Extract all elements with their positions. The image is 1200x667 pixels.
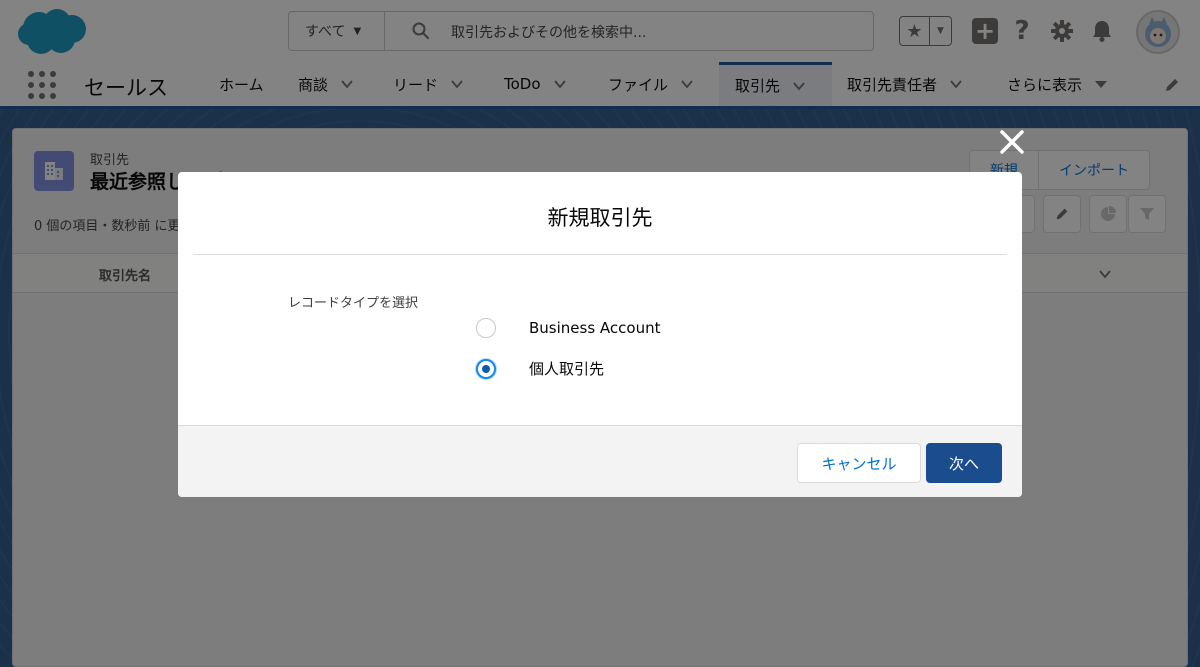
radio-button-checked[interactable] xyxy=(476,358,496,379)
modal-divider xyxy=(193,254,1007,255)
radio-label[interactable]: 個人取引先 xyxy=(529,358,604,379)
next-button[interactable]: 次へ xyxy=(926,443,1002,483)
close-icon[interactable] xyxy=(996,126,1028,158)
record-type-legend: レコードタイプを選択 xyxy=(288,296,419,311)
record-type-option-business-account[interactable]: Business Account xyxy=(476,318,660,338)
radio-label[interactable]: Business Account xyxy=(529,319,660,337)
record-type-option-person-account[interactable]: 個人取引先 xyxy=(476,358,604,379)
new-account-modal: 新規取引先 レコードタイプを選択 Business Account 個人取引先 … xyxy=(178,172,1022,497)
radio-button[interactable] xyxy=(476,318,496,338)
cancel-button[interactable]: キャンセル xyxy=(797,443,921,483)
modal-title: 新規取引先 xyxy=(547,206,653,230)
modal-footer: キャンセル 次へ xyxy=(178,425,1022,497)
